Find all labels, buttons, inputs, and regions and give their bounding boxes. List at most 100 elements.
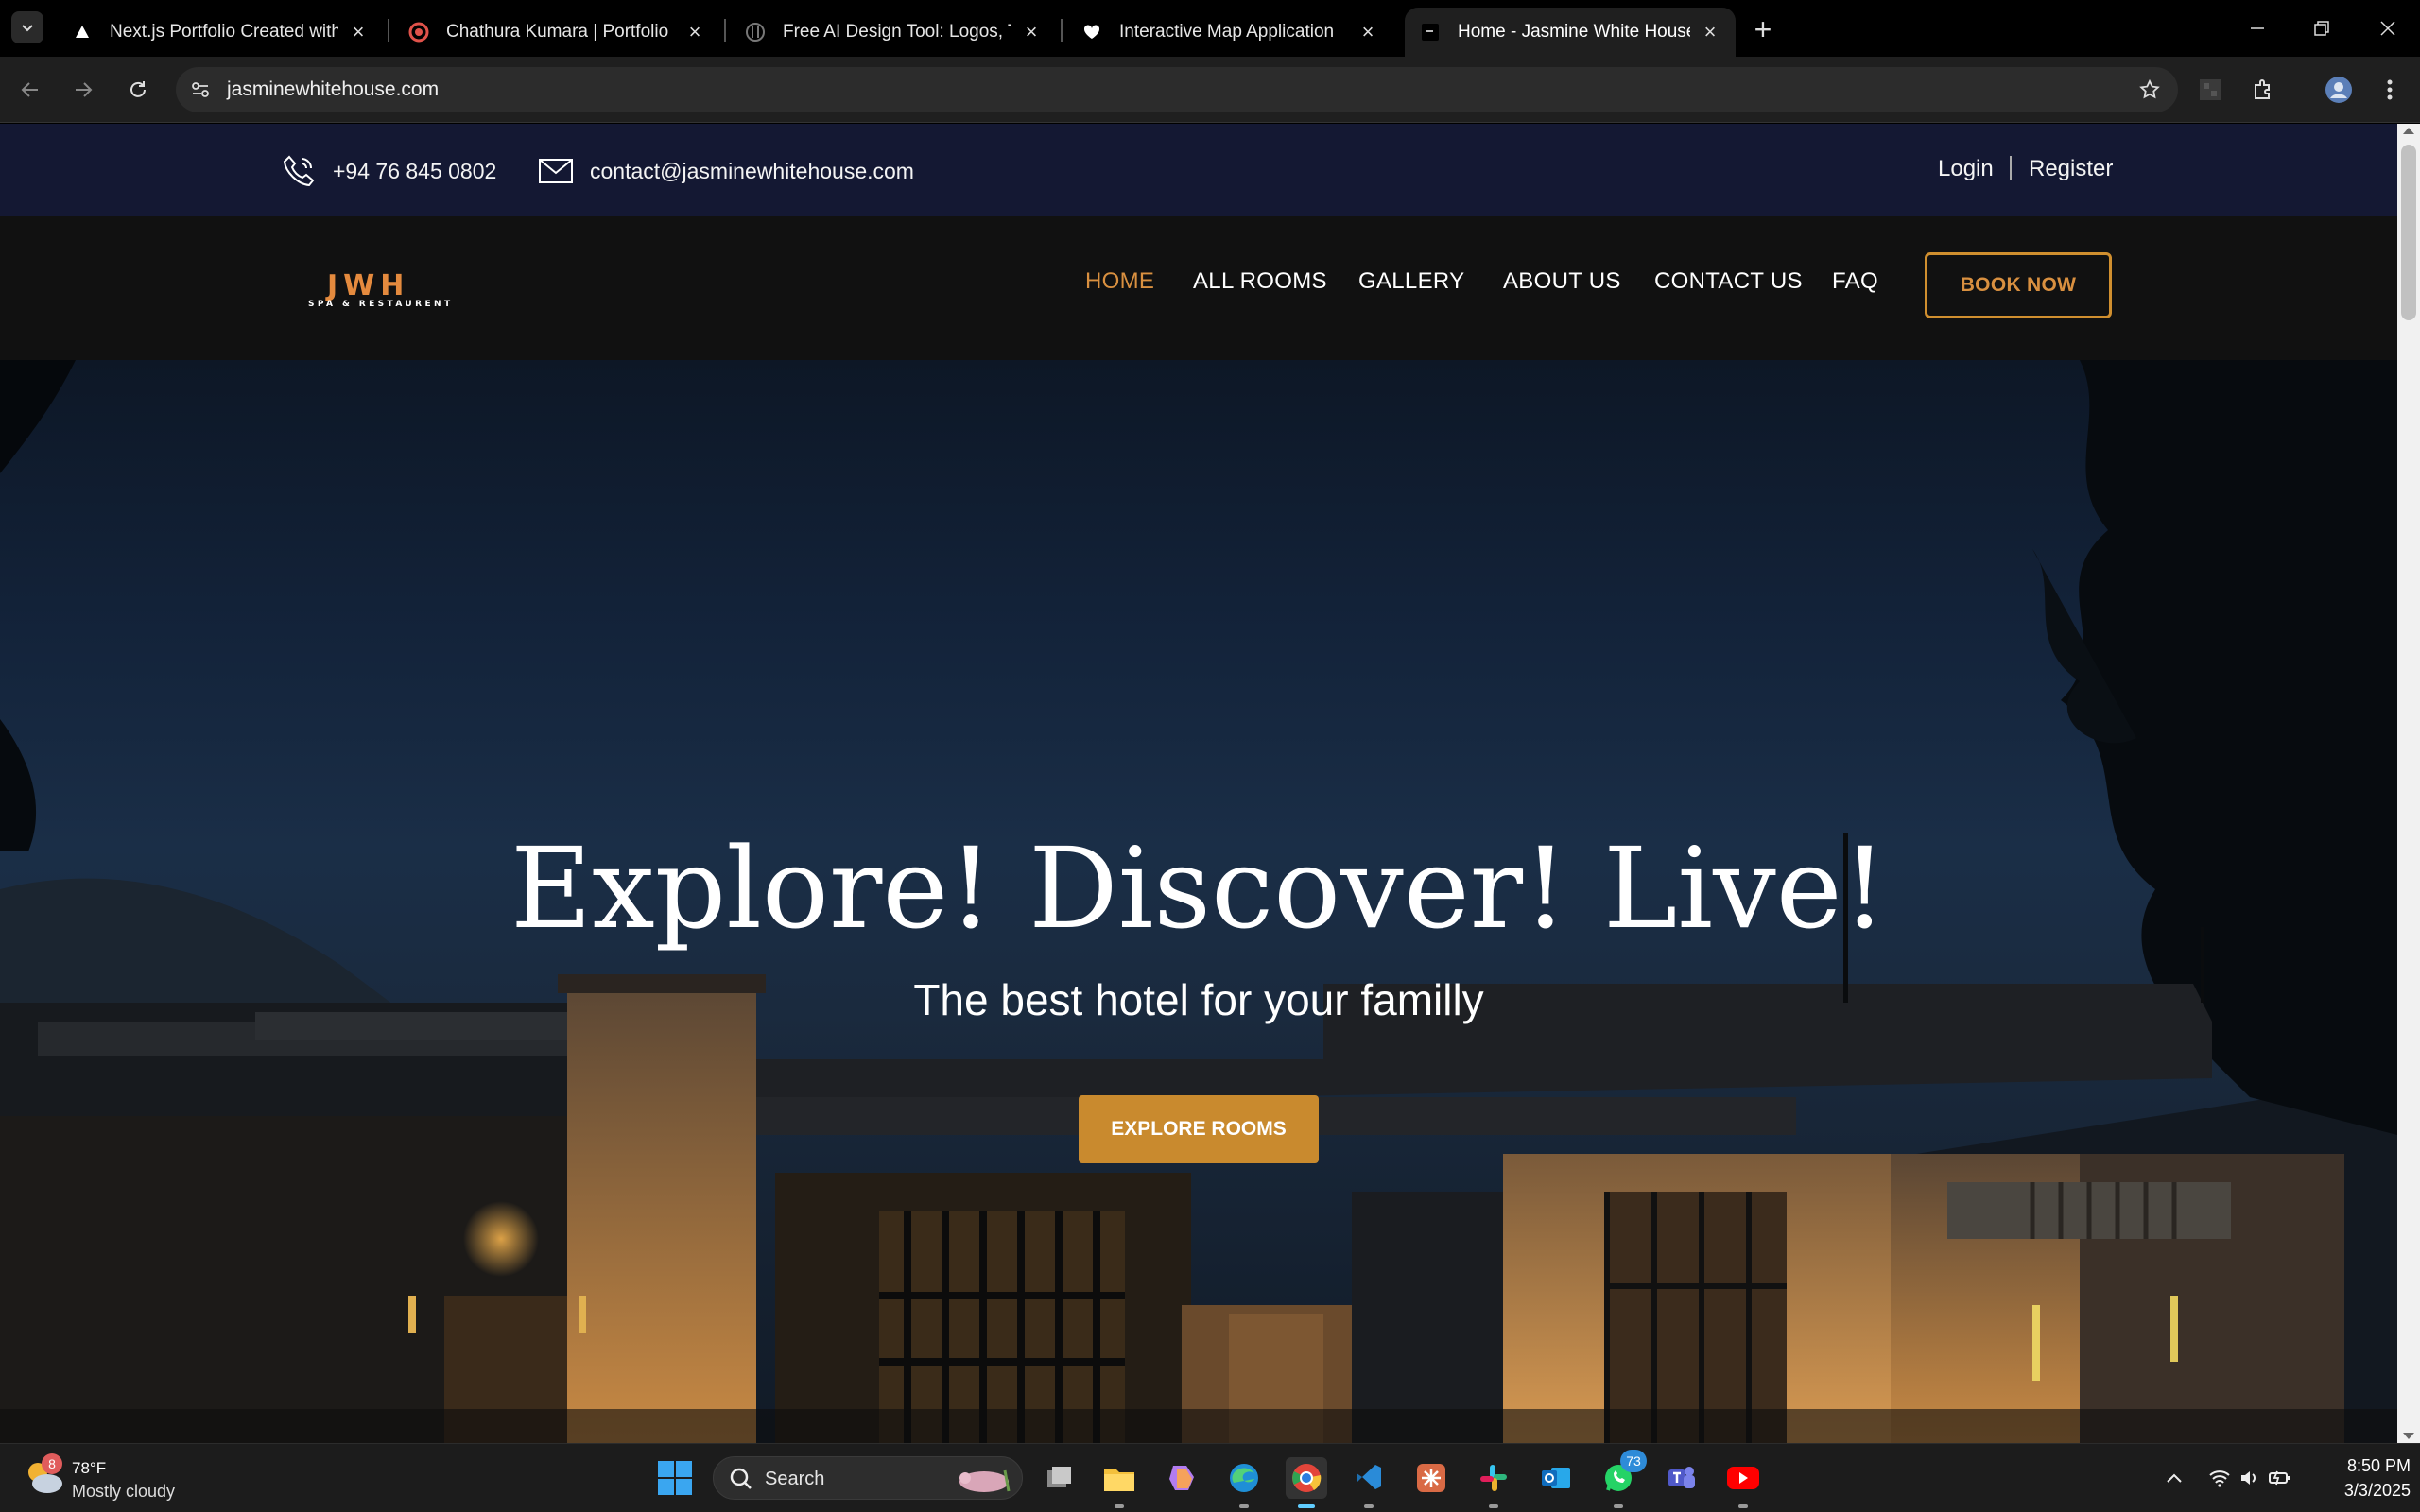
phone-number: +94 76 845 0802 <box>333 158 497 183</box>
browser-tab-active[interactable]: Home - Jasmine White House × <box>1405 8 1736 57</box>
explore-rooms-button[interactable]: EXPLORE ROOMS <box>1079 1095 1319 1163</box>
red-swirl-icon <box>408 22 429 43</box>
battery-icon[interactable] <box>2267 1465 2293 1491</box>
windows-start-icon[interactable] <box>656 1459 694 1497</box>
email-address: contact@jasminewhitehouse.com <box>590 158 914 183</box>
page-scrollbar[interactable] <box>2397 124 2420 1443</box>
url-text: jasminewhitehouse.com <box>227 78 440 100</box>
browser-tab[interactable]: Interactive Map Application × <box>1066 8 1393 57</box>
tab-search-button[interactable] <box>11 11 43 43</box>
tab-title: Next.js Portfolio Created with Th <box>110 22 338 42</box>
extension-icon[interactable] <box>2191 71 2229 109</box>
address-bar[interactable]: jasminewhitehouse.com <box>176 67 2178 112</box>
browser-tab[interactable]: Next.js Portfolio Created with Th × <box>57 8 384 57</box>
triangle-icon <box>72 22 93 43</box>
puzzle-icon[interactable] <box>2244 71 2282 109</box>
register-link[interactable]: Register <box>2029 156 2113 182</box>
nav-item-about-us[interactable]: ABOUT US <box>1503 268 1621 295</box>
browser-tab[interactable]: Chathura Kumara | Portfolio × <box>393 8 720 57</box>
tab-divider <box>388 19 389 42</box>
search-highlight-art <box>959 1469 1011 1492</box>
logo-tagline: SPA & RESTAURENT <box>308 300 454 309</box>
task-view-icon[interactable] <box>1038 1457 1080 1499</box>
nav-item-all-rooms[interactable]: ALL ROOMS <box>1193 268 1327 295</box>
copilot-icon[interactable] <box>1161 1457 1202 1499</box>
auth-divider <box>2010 156 2012 180</box>
youtube-icon[interactable] <box>1722 1457 1764 1508</box>
heart-icon <box>1081 22 1102 43</box>
search-label: Search <box>765 1469 825 1489</box>
outlook-icon[interactable] <box>1535 1457 1577 1499</box>
site-icon <box>1420 22 1441 43</box>
nav-item-home[interactable]: HOME <box>1085 268 1154 295</box>
avatar[interactable] <box>2320 71 2358 109</box>
contact-topbar: +94 76 845 0802 contact@jasminewhitehous… <box>0 124 2397 216</box>
tab-title: Interactive Map Application <box>1119 22 1335 42</box>
tab-title: Free AI Design Tool: Logos, T-Sh <box>783 22 1011 42</box>
tray-overflow-icon[interactable] <box>2161 1465 2187 1491</box>
scroll-up-icon[interactable] <box>2403 128 2414 134</box>
nav-item-gallery[interactable]: GALLERY <box>1358 268 1464 295</box>
scrollbar-thumb[interactable] <box>2401 145 2416 320</box>
phone-icon <box>280 152 318 190</box>
windows-taskbar: 8 78°F Mostly cloudy Search 73 8:50 PM 3… <box>0 1443 2420 1512</box>
clock-time: 8:50 PM <box>2346 1456 2411 1475</box>
hero-subtitle: The best hotel for your familly <box>913 975 1484 1024</box>
email-contact[interactable]: contact@jasminewhitehouse.com <box>537 152 914 190</box>
browser-toolbar: jasminewhitehouse.com <box>0 57 2420 123</box>
hero-section: Explore! Discover! Live! The best hotel … <box>0 360 2397 1443</box>
search-icon <box>730 1468 752 1489</box>
tab-divider <box>724 19 726 42</box>
wifi-icon[interactable] <box>2206 1465 2233 1491</box>
taskbar-search[interactable]: Search <box>713 1456 1023 1500</box>
login-link[interactable]: Login <box>1938 156 1994 182</box>
book-now-button[interactable]: BOOK NOW <box>1925 252 2112 318</box>
edge-icon[interactable] <box>1223 1457 1265 1508</box>
browser-menu-icon[interactable] <box>2371 71 2409 109</box>
weather-temp: 78°F <box>72 1459 107 1477</box>
close-icon[interactable]: × <box>684 20 705 43</box>
close-icon[interactable]: × <box>1021 20 1042 43</box>
site-info-icon[interactable] <box>182 71 219 109</box>
tab-title: Home - Jasmine White House <box>1458 22 1690 42</box>
vscode-icon[interactable] <box>1348 1457 1390 1508</box>
claude-icon[interactable] <box>1410 1457 1452 1499</box>
slack-icon[interactable] <box>1473 1457 1514 1508</box>
chrome-icon[interactable] <box>1286 1457 1327 1508</box>
browser-tab-strip: Next.js Portfolio Created with Th × Chat… <box>0 0 2420 57</box>
weather-badge: 8 <box>42 1453 62 1474</box>
forward-icon[interactable] <box>64 71 102 109</box>
weather-desc: Mostly cloudy <box>72 1482 176 1501</box>
nav-item-contact-us[interactable]: CONTACT US <box>1654 268 1803 295</box>
mail-icon <box>537 152 575 190</box>
tab-title: Chathura Kumara | Portfolio <box>446 22 669 42</box>
close-icon[interactable]: × <box>1357 20 1378 43</box>
main-navbar: JWH SPA & RESTAURENT HOME ALL ROOMS GALL… <box>0 216 2397 360</box>
tab-divider <box>1061 19 1063 42</box>
whatsapp-icon[interactable]: 73 <box>1598 1450 1647 1508</box>
reload-icon[interactable] <box>119 71 157 109</box>
browser-tab[interactable]: Free AI Design Tool: Logos, T-Sh × <box>730 8 1057 57</box>
hero-title: Explore! Discover! Live! <box>510 823 1888 954</box>
clock-date: 3/3/2025 <box>2343 1481 2411 1500</box>
weather-widget[interactable]: 8 78°F Mostly cloudy <box>25 1453 214 1504</box>
close-icon[interactable]: × <box>1700 20 1720 43</box>
back-icon[interactable] <box>11 71 49 109</box>
phone-contact[interactable]: +94 76 845 0802 <box>280 152 496 190</box>
close-window-icon[interactable] <box>2367 9 2409 47</box>
new-tab-button[interactable]: + <box>1747 12 1779 46</box>
bookmark-star-icon[interactable] <box>2135 75 2165 105</box>
close-icon[interactable]: × <box>348 20 369 43</box>
volume-icon[interactable] <box>2237 1465 2263 1491</box>
restore-icon[interactable] <box>2301 9 2342 47</box>
design-tool-icon <box>745 22 766 43</box>
teams-icon[interactable] <box>1660 1457 1702 1499</box>
file-explorer-icon[interactable] <box>1098 1457 1140 1508</box>
chevron-down-icon <box>22 25 33 32</box>
scroll-down-icon[interactable] <box>2403 1433 2414 1439</box>
site-logo[interactable]: JWH SPA & RESTAURENT <box>306 269 450 311</box>
nav-item-faq[interactable]: FAQ <box>1832 268 1878 295</box>
system-clock[interactable]: 8:50 PM 3/3/2025 <box>2307 1453 2411 1503</box>
logo-mark: JWH <box>327 269 410 302</box>
minimize-icon[interactable] <box>2237 9 2278 47</box>
